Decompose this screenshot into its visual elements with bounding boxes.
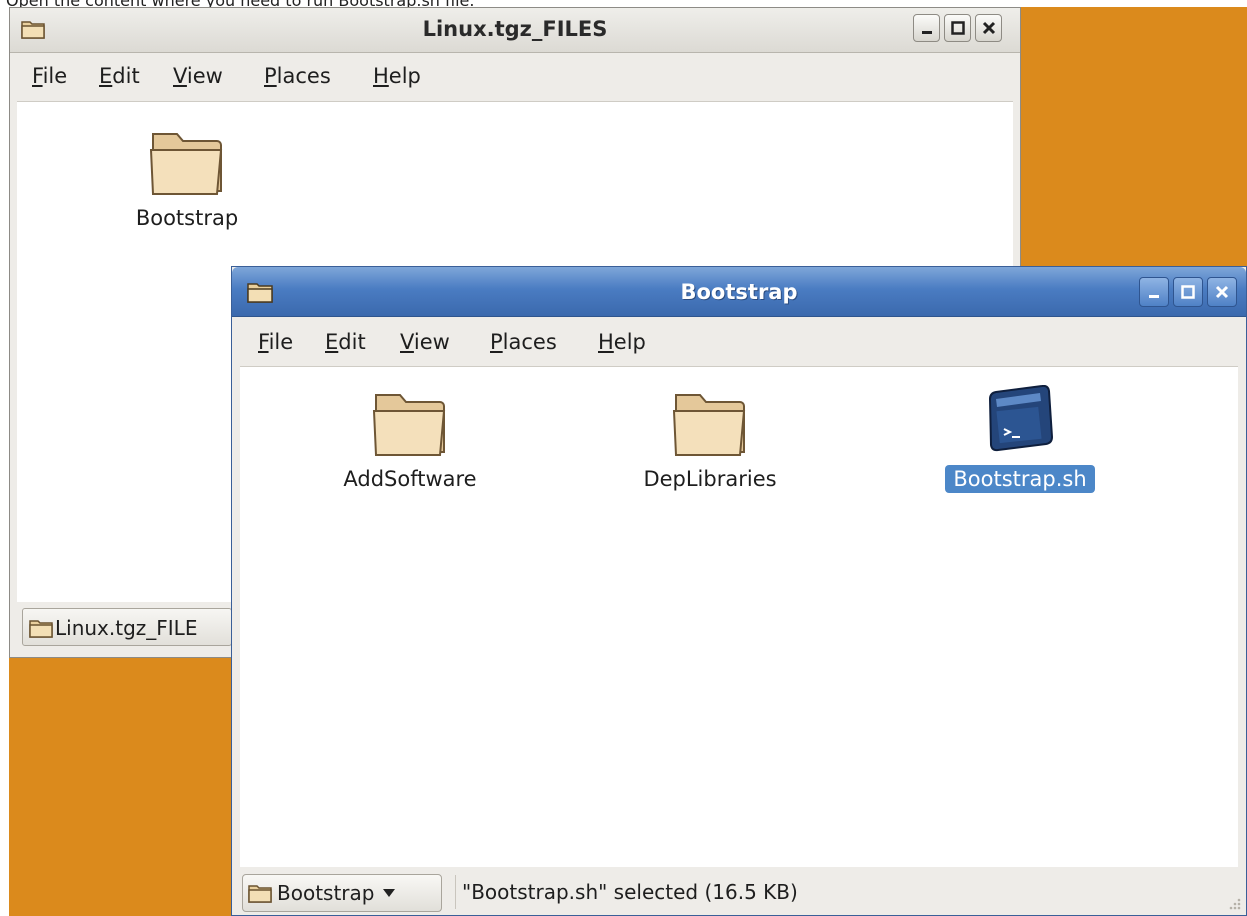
menu-edit[interactable]: Edit [325, 330, 366, 354]
path-dropdown-button[interactable]: Bootstrap [242, 874, 442, 912]
folder-icon [672, 394, 746, 456]
minimize-icon [921, 31, 932, 34]
file-view: AddSoftware DepLibraries Bootstrap.sh [240, 366, 1238, 867]
menubar: File Edit View Places Help [10, 53, 1020, 99]
close-button[interactable] [975, 14, 1002, 42]
maximize-button[interactable] [944, 14, 971, 42]
menu-view[interactable]: View [173, 64, 223, 88]
statusbar: Bootstrap "Bootstrap.sh" selected (16.5 … [232, 867, 1246, 915]
maximize-button[interactable] [1173, 277, 1203, 307]
maximize-icon [950, 21, 965, 35]
status-text: "Bootstrap.sh" selected (16.5 KB) [455, 875, 1236, 909]
location-button[interactable]: Linux.tgz_FILE [22, 608, 232, 646]
file-label: AddSoftware [343, 467, 477, 491]
folder-icon [29, 620, 53, 638]
file-item-bootstrap-sh[interactable]: Bootstrap.sh [925, 384, 1115, 493]
menu-places[interactable]: Places [490, 330, 557, 354]
location-label: Linux.tgz_FILE [55, 616, 198, 640]
resize-grip-icon[interactable] [1226, 895, 1242, 911]
titlebar[interactable]: Linux.tgz_FILES [10, 8, 1020, 53]
menu-help[interactable]: Help [598, 330, 646, 354]
close-icon [982, 21, 995, 35]
file-label: Bootstrap [135, 206, 239, 230]
folder-icon [372, 394, 446, 456]
file-item-bootstrap-folder[interactable]: Bootstrap [117, 124, 257, 232]
menu-view[interactable]: View [400, 330, 450, 354]
file-item-addsoftware[interactable]: AddSoftware [320, 385, 500, 493]
minimize-button[interactable] [1139, 277, 1169, 307]
menu-file[interactable]: File [258, 330, 293, 354]
dropdown-arrow-icon [383, 889, 396, 897]
menubar: File Edit View Places Help [232, 319, 1246, 365]
desktop-background [1021, 7, 1247, 266]
minimize-button[interactable] [913, 14, 940, 42]
folder-icon [149, 133, 223, 195]
menu-file[interactable]: File [32, 64, 67, 88]
menu-places[interactable]: Places [264, 64, 331, 88]
close-button[interactable] [1207, 277, 1237, 307]
close-icon [1215, 285, 1229, 299]
window-bootstrap: Bootstrap File Edit View Places Help Add… [231, 266, 1247, 916]
folder-icon [248, 885, 272, 903]
titlebar[interactable]: Bootstrap [232, 267, 1246, 317]
terminal-script-icon [988, 384, 1054, 452]
file-label: DepLibraries [643, 467, 777, 491]
maximize-icon [1181, 285, 1195, 299]
file-item-deplibraries[interactable]: DepLibraries [620, 385, 800, 493]
window-title: Linux.tgz_FILES [422, 17, 608, 41]
menu-help[interactable]: Help [373, 64, 421, 88]
desktop-background [9, 658, 231, 916]
minimize-icon [1149, 295, 1159, 298]
path-label: Bootstrap [277, 881, 375, 905]
window-title: Bootstrap [680, 280, 798, 304]
menu-edit[interactable]: Edit [99, 64, 140, 88]
file-label-selected: Bootstrap.sh [945, 465, 1095, 493]
